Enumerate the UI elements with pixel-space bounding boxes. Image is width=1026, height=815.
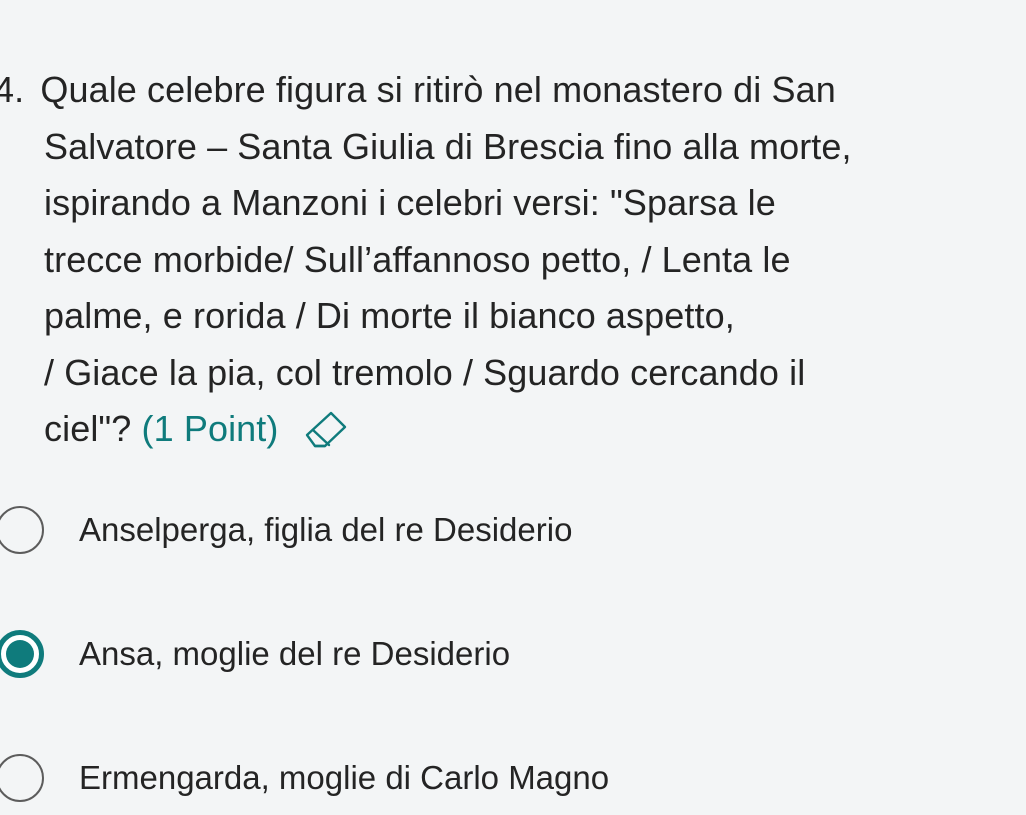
question-block: 4. Quale celebre figura si ritirò nel mo…: [0, 62, 1010, 458]
question-line-6: / Giace la pia, col tremolo / Sguardo ce…: [44, 351, 806, 393]
option-label: Ermengarda, moglie di Carlo Magno: [79, 759, 610, 796]
question-line-4: trecce morbide/ Sull’affannoso petto, / …: [44, 238, 791, 280]
question-line-3: ispirando a Manzoni i celebri versi: "Sp…: [44, 182, 776, 223]
option-label: Anselperga, figlia del re Desiderio: [79, 511, 573, 548]
question-line-1-text: Quale celebre figura si ritirò nel monas…: [40, 69, 836, 110]
radio-button-unchecked[interactable]: [0, 506, 44, 554]
option-label: Ansa, moglie del re Desiderio: [79, 635, 511, 672]
question-line-5: palme, e rorida / Di morte il bianco asp…: [44, 295, 735, 336]
question-points: (1 Point): [141, 408, 279, 449]
eraser-icon[interactable]: [301, 409, 349, 449]
question-line-7-text: ciel"?: [44, 408, 132, 449]
question-number: 4.: [0, 69, 25, 110]
question-line-7: ciel"? (1 Point): [0, 401, 1010, 458]
radio-selected-dot: [6, 640, 34, 668]
radio-button-unchecked[interactable]: [0, 754, 44, 802]
radio-button-checked[interactable]: [0, 630, 44, 678]
question-text: 4. Quale celebre figura si ritirò nel mo…: [0, 62, 1010, 458]
question-line-1: 4. Quale celebre figura si ritirò nel mo…: [0, 62, 1010, 119]
question-line-2: Salvatore – Santa Giulia di Brescia fino…: [44, 125, 852, 167]
